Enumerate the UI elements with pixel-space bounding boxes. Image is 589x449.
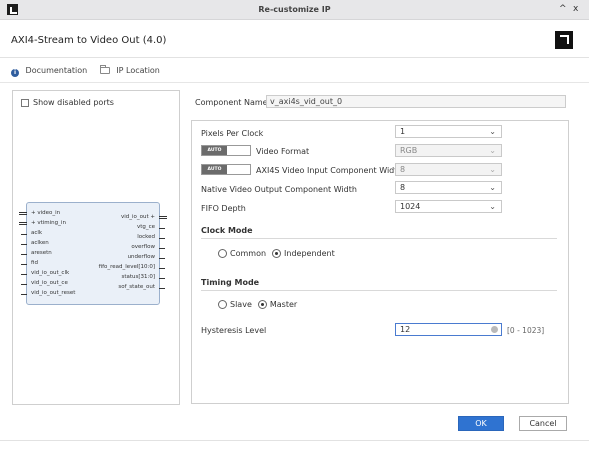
pin-connector [159, 288, 165, 289]
native-width-label: Native Video Output Component Width [201, 185, 357, 194]
pin-vtg-ce: vtg_ce [136, 224, 155, 230]
clock-mode-independent-label: Independent [284, 249, 335, 258]
pin-video-in: + video_in [31, 210, 61, 216]
pin-connector [159, 228, 165, 229]
show-disabled-ports[interactable]: Show disabled ports [21, 98, 114, 107]
configuration-panel [191, 120, 569, 404]
video-format-label: Video Format [256, 147, 310, 156]
pin-status: status[31:0] [121, 274, 155, 280]
pin-fid: fid [31, 260, 38, 266]
ip-location-link[interactable]: IP Location [116, 66, 160, 75]
divider [201, 238, 557, 239]
cancel-button[interactable]: Cancel [519, 416, 567, 431]
timing-mode-options: Slave Master [218, 300, 297, 309]
pin-connector [159, 278, 165, 279]
pin-connector [159, 238, 165, 239]
divider [0, 82, 589, 83]
clock-mode-independent-radio[interactable] [272, 249, 282, 258]
pin-connector [21, 284, 27, 285]
pin-vid-io-out-ce: vid_io_out_ce [31, 280, 68, 286]
pin-overflow: overflow [131, 244, 155, 250]
timing-mode-master-label: Master [269, 300, 298, 309]
clear-icon[interactable] [491, 326, 498, 333]
pin-aresetn: aresetn [31, 250, 52, 256]
pin-vid-io-out: vid_io_out + [120, 214, 155, 220]
ip-title: AXI4-Stream to Video Out (4.0) [11, 35, 167, 46]
chevron-down-icon: ⌄ [489, 146, 496, 155]
clock-mode-common-label: Common [230, 249, 267, 258]
pin-vid-io-out-reset: vid_io_out_reset [31, 290, 76, 296]
documentation-link[interactable]: Documentation [26, 66, 88, 75]
pixels-per-clock-label: Pixels Per Clock [201, 129, 264, 138]
collapse-icon[interactable]: ^ [559, 4, 567, 14]
auto-toggle-knob: AUTO [202, 165, 227, 174]
pin-connector [21, 264, 27, 265]
pin-connector [21, 244, 27, 245]
pin-connector [21, 254, 27, 255]
clock-mode-options: Common Independent [218, 249, 335, 258]
pin-connector [21, 274, 27, 275]
timing-mode-master-radio[interactable] [257, 300, 267, 309]
axi4s-width-label: AXI4S Video Input Component Width [256, 166, 403, 175]
ip-symbol-block: + video_in + vtiming_in aclk aclken ares… [19, 202, 167, 305]
pin-vid-io-out-clk: vid_io_out_clk [31, 270, 70, 276]
pin-connector [159, 268, 165, 269]
show-disabled-ports-checkbox[interactable] [21, 98, 29, 107]
pin-underflow: underflow [127, 254, 155, 260]
pin-connector [19, 212, 27, 215]
amd-logo-icon [555, 31, 573, 49]
fifo-depth-select[interactable]: 1024 ⌄ [395, 200, 502, 213]
pin-aclk: aclk [31, 230, 43, 236]
auto-toggle-knob: AUTO [202, 146, 227, 155]
timing-mode-title: Timing Mode [201, 278, 260, 287]
pixels-per-clock-select[interactable]: 1 ⌄ [395, 125, 502, 138]
divider [0, 440, 589, 441]
ok-button[interactable]: OK [458, 416, 504, 431]
chevron-down-icon: ⌄ [489, 202, 496, 211]
pin-fifo-read-level: fifo_read_level[10:0] [98, 264, 155, 270]
show-disabled-ports-label: Show disabled ports [33, 98, 114, 107]
clock-mode-title: Clock Mode [201, 226, 253, 235]
pin-connector [19, 222, 27, 225]
divider [201, 290, 557, 291]
links-bar: i Documentation IP Location [11, 65, 164, 77]
close-icon[interactable]: x [573, 4, 578, 14]
clock-mode-common-radio[interactable] [218, 249, 227, 258]
pin-connector [21, 294, 27, 295]
pin-aclken: aclken [31, 240, 49, 246]
hysteresis-level-label: Hysteresis Level [201, 326, 267, 335]
hysteresis-range: [0 - 1023] [507, 326, 545, 335]
component-name-field[interactable]: v_axi4s_vid_out_0 [266, 95, 566, 108]
pin-connector [21, 234, 27, 235]
info-icon: i [11, 69, 19, 77]
hysteresis-level-input[interactable]: 12 [395, 323, 502, 336]
fifo-depth-label: FIFO Depth [201, 204, 246, 213]
pin-sof-state-out: sof_state_out [118, 284, 155, 290]
pin-vtiming-in: + vtiming_in [31, 220, 66, 226]
native-width-select[interactable]: 8 ⌄ [395, 181, 502, 194]
folder-icon [99, 65, 110, 74]
axi4s-width-auto-toggle[interactable]: AUTO [201, 164, 251, 175]
divider [0, 57, 589, 58]
video-format-select[interactable]: RGB ⌄ [395, 144, 502, 157]
timing-mode-slave-radio[interactable] [218, 300, 227, 309]
pin-connector [159, 248, 165, 249]
video-format-auto-toggle[interactable]: AUTO [201, 145, 251, 156]
chevron-down-icon: ⌄ [489, 165, 496, 174]
chevron-down-icon: ⌄ [489, 183, 496, 192]
component-name-label: Component Name [195, 98, 268, 107]
axi4s-width-select[interactable]: 8 ⌄ [395, 163, 502, 176]
pin-connector [159, 216, 167, 219]
pin-connector [159, 258, 165, 259]
chevron-down-icon: ⌄ [489, 127, 496, 136]
pin-locked: locked [137, 234, 155, 240]
title-bar: Re-customize IP ^ x [0, 0, 589, 20]
window-title: Re-customize IP [258, 5, 331, 14]
timing-mode-slave-label: Slave [230, 300, 252, 309]
